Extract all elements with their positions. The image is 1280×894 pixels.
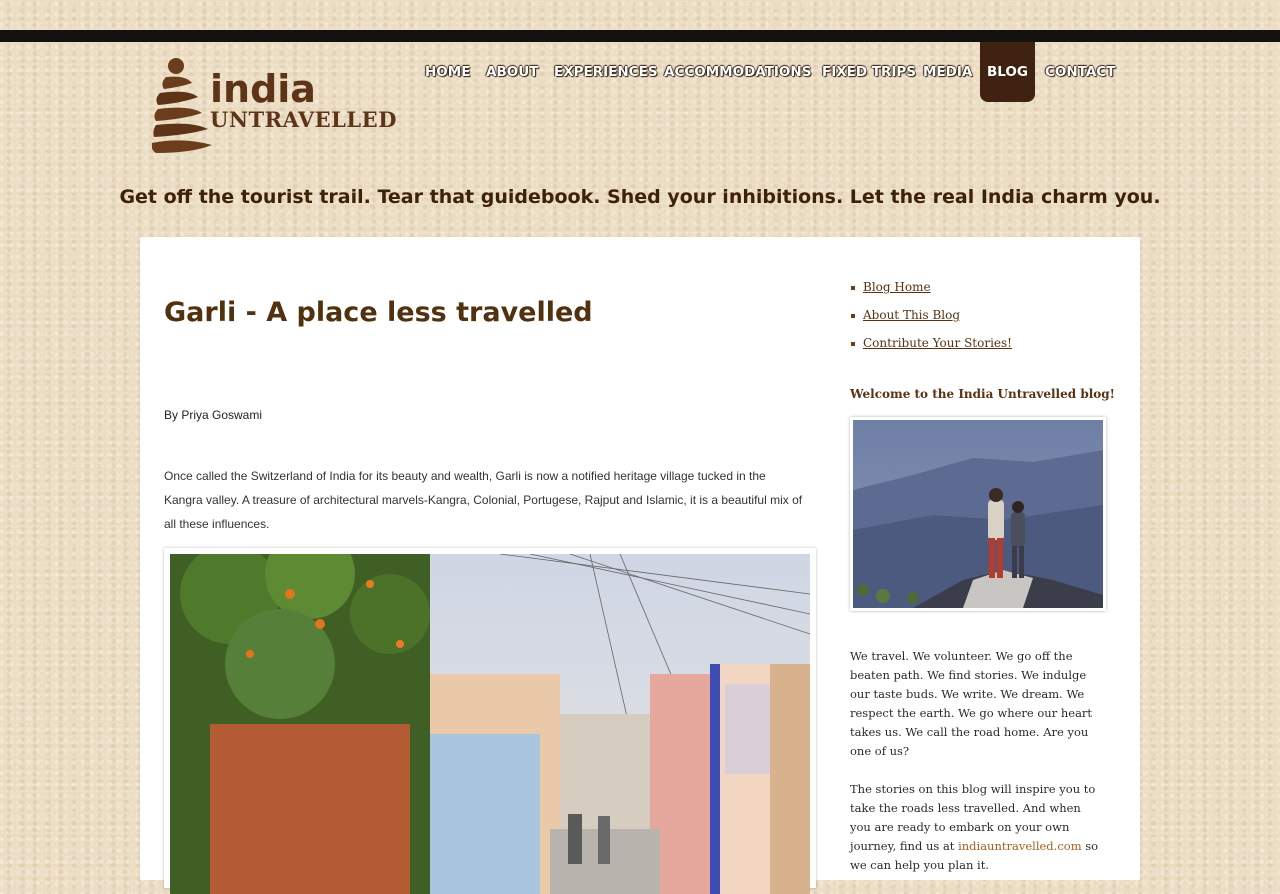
post-byline: By Priya Goswami bbox=[164, 408, 263, 422]
nav-accommodations[interactable]: ACCOMMODATIONS bbox=[664, 42, 811, 102]
nav-blog[interactable]: BLOG bbox=[980, 42, 1035, 102]
post-photo-garli-street bbox=[170, 554, 810, 894]
nav-fixed-trips[interactable]: FIXED TRIPS bbox=[822, 42, 916, 102]
sidebar-link-about-blog[interactable]: About This Blog bbox=[863, 308, 960, 322]
site-tagline: Get off the tourist trail. Tear that gui… bbox=[119, 186, 1161, 208]
sidebar-site-link[interactable]: indiauntravelled.com bbox=[958, 839, 1082, 853]
sidebar-link-blog-home[interactable]: Blog Home bbox=[863, 280, 931, 294]
content-panel: Garli - A place less travelled By Priya … bbox=[140, 237, 1140, 894]
nav-experiences[interactable]: EXPERIENCES bbox=[554, 42, 658, 102]
sidebar-photo-kids-mountain bbox=[853, 420, 1103, 608]
sidebar-welcome-heading: Welcome to the India Untravelled blog! bbox=[850, 387, 1115, 401]
sidebar-link-item: Blog Home bbox=[850, 277, 1012, 305]
main-nav: HOME ABOUT EXPERIENCES ACCOMMODATIONS FI… bbox=[0, 42, 1280, 102]
sidebar-link-item: About This Blog bbox=[850, 305, 1012, 333]
sidebar-link-item: Contribute Your Stories! bbox=[850, 333, 1012, 361]
sidebar-intro-text: We travel. We volunteer. We go off the b… bbox=[850, 649, 1093, 758]
nav-media[interactable]: MEDIA bbox=[923, 42, 972, 102]
top-bar bbox=[0, 30, 1280, 42]
nav-home[interactable]: HOME bbox=[425, 42, 470, 102]
sidebar-photo-frame bbox=[850, 417, 1106, 611]
nav-contact[interactable]: CONTACT bbox=[1045, 42, 1115, 102]
post-intro-paragraph: Once called the Switzerland of India for… bbox=[164, 469, 803, 531]
logo-text-untravelled: UNTRAVELLED bbox=[210, 107, 397, 132]
street-photo-illustration bbox=[170, 554, 810, 894]
sidebar-stories-text: The stories on this blog will inspire yo… bbox=[850, 780, 1105, 875]
nav-about[interactable]: ABOUT bbox=[486, 42, 538, 102]
sidebar-link-contribute[interactable]: Contribute Your Stories! bbox=[863, 336, 1012, 350]
kids-mountain-illustration bbox=[853, 420, 1103, 608]
post-title: Garli - A place less travelled bbox=[164, 297, 593, 328]
sidebar-link-list: Blog Home About This Blog Contribute You… bbox=[850, 277, 1012, 361]
post-photo-frame bbox=[164, 548, 816, 894]
